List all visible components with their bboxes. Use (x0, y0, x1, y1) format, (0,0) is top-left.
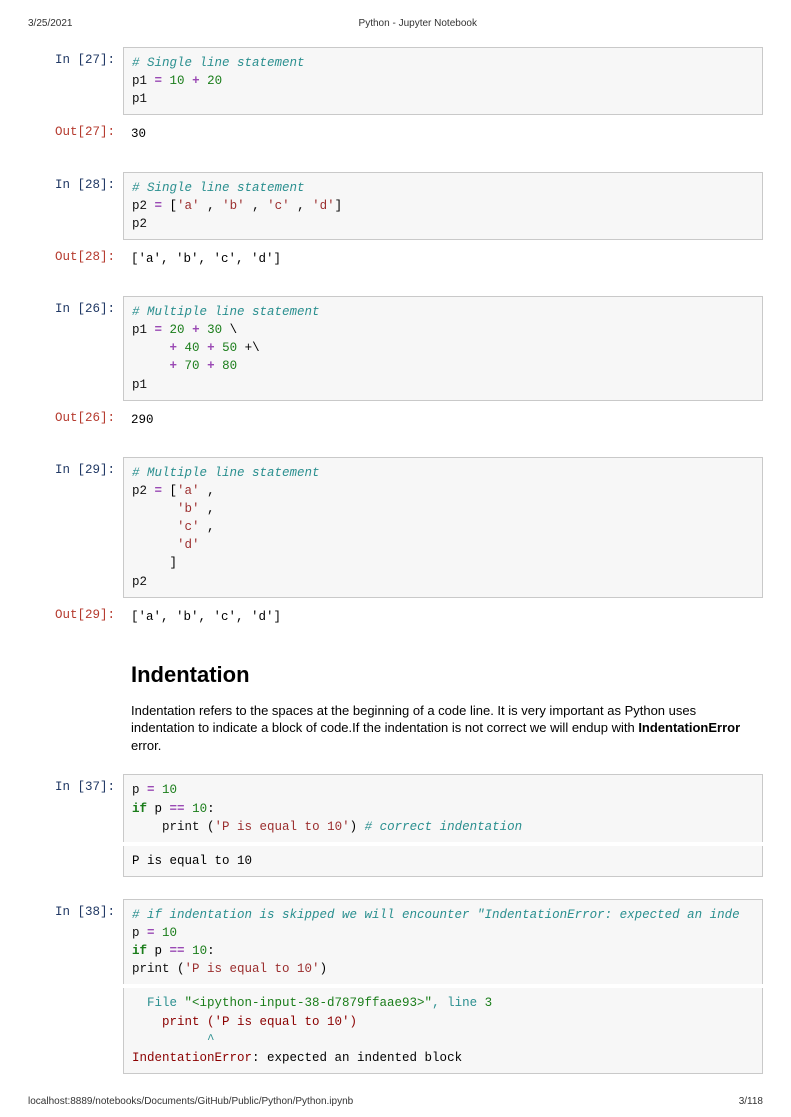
prompt-in-29: In [29]: (28, 457, 123, 477)
prompt-out-28: Out[28]: (28, 244, 123, 264)
page: 3/25/2021 Python - Jupyter Notebook In [… (0, 0, 791, 1090)
footer-path: localhost:8889/notebooks/Documents/GitHu… (28, 1096, 353, 1107)
cell-out-27: Out[27]: 30 (28, 119, 763, 149)
prompt-out-37-empty (28, 846, 123, 852)
code-38[interactable]: # if indentation is skipped we will enco… (123, 899, 763, 985)
output-26: 290 (123, 405, 763, 435)
prompt-out-27: Out[27]: (28, 119, 123, 139)
code-26[interactable]: # Multiple line statement p1 = 20 + 30 \… (123, 296, 763, 401)
code-28[interactable]: # Single line statement p2 = ['a' , 'b' … (123, 172, 763, 240)
cell-out-28: Out[28]: ['a', 'b', 'c', 'd'] (28, 244, 763, 274)
cell-in-37: In [37]: p = 10 if p == 10: print ('P is… (28, 774, 763, 841)
cell-in-38: In [38]: # if indentation is skipped we … (28, 899, 763, 985)
header-title: Python - Jupyter Notebook (73, 18, 764, 29)
code-27[interactable]: # Single line statement p1 = 10 + 20 p1 (123, 47, 763, 115)
cell-out-37: P is equal to 10 (28, 846, 763, 877)
prompt-in-37: In [37]: (28, 774, 123, 794)
cell-in-27: In [27]: # Single line statement p1 = 10… (28, 47, 763, 115)
cell-in-29: In [29]: # Multiple line statement p2 = … (28, 457, 763, 598)
output-29: ['a', 'b', 'c', 'd'] (123, 602, 763, 632)
page-footer: localhost:8889/notebooks/Documents/GitHu… (0, 1090, 791, 1117)
code-37[interactable]: p = 10 if p == 10: print ('P is equal to… (123, 774, 763, 841)
page-header: 3/25/2021 Python - Jupyter Notebook (28, 18, 763, 29)
cell-in-26: In [26]: # Multiple line statement p1 = … (28, 296, 763, 401)
prompt-in-26: In [26]: (28, 296, 123, 316)
prompt-out-26: Out[26]: (28, 405, 123, 425)
prompt-err-38-empty (28, 988, 123, 994)
paragraph-indentation: Indentation refers to the spaces at the … (131, 702, 755, 755)
footer-page: 3/118 (739, 1096, 763, 1107)
output-37: P is equal to 10 (123, 846, 763, 877)
output-28: ['a', 'b', 'c', 'd'] (123, 244, 763, 274)
code-29[interactable]: # Multiple line statement p2 = ['a' , 'b… (123, 457, 763, 598)
cell-out-29: Out[29]: ['a', 'b', 'c', 'd'] (28, 602, 763, 632)
heading-indentation: Indentation (131, 662, 755, 688)
prompt-in-38: In [38]: (28, 899, 123, 919)
prompt-in-28: In [28]: (28, 172, 123, 192)
cell-out-26: Out[26]: 290 (28, 405, 763, 435)
cell-err-38: File "<ipython-input-38-d7879ffaae93>", … (28, 988, 763, 1074)
error-38: File "<ipython-input-38-d7879ffaae93>", … (123, 988, 763, 1074)
header-date: 3/25/2021 (28, 18, 73, 29)
prompt-in-27: In [27]: (28, 47, 123, 67)
prompt-out-29: Out[29]: (28, 602, 123, 622)
markdown-indentation: Indentation Indentation refers to the sp… (123, 636, 763, 771)
output-27: 30 (123, 119, 763, 149)
cell-in-28: In [28]: # Single line statement p2 = ['… (28, 172, 763, 240)
